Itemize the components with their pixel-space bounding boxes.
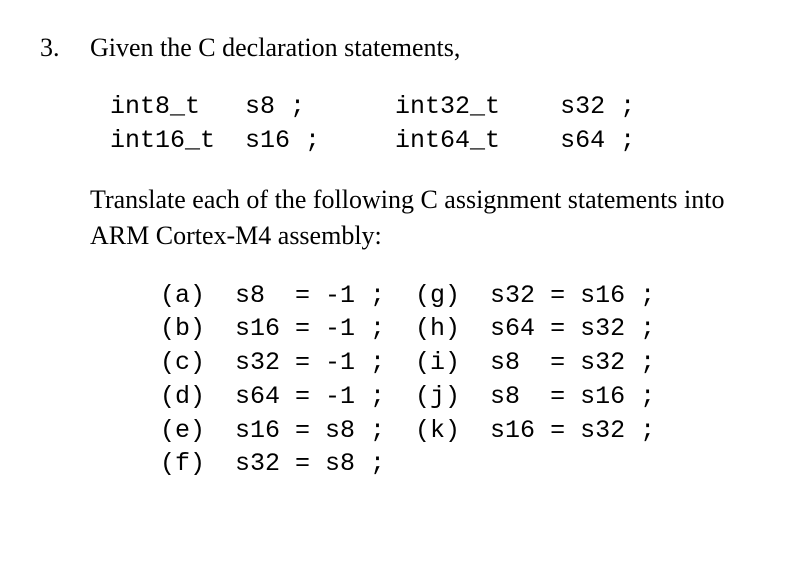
question-number: 3.	[40, 30, 90, 66]
question-prompt: Given the C declaration statements,	[90, 30, 750, 66]
instruction-text: Translate each of the following C assign…	[90, 182, 750, 255]
subparts-code: (a) s8 = -1 ; (g) s32 = s16 ; (b) s16 = …	[160, 279, 750, 482]
declaration-code: int8_t s8 ; int32_t s32 ; int16_t s16 ; …	[110, 90, 750, 158]
question-header: 3. Given the C declaration statements,	[40, 30, 750, 66]
